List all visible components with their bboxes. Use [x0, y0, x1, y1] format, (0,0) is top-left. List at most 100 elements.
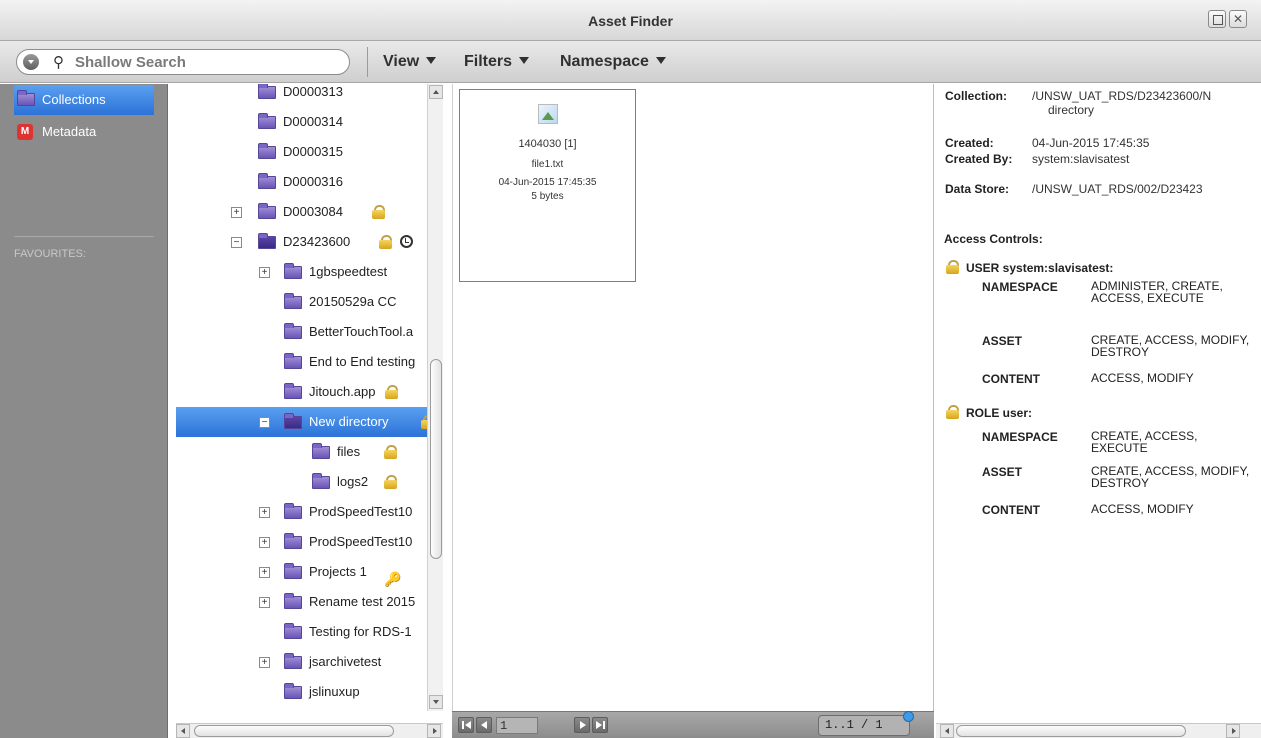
sidebar-item-metadata[interactable]: M Metadata — [14, 117, 154, 147]
scroll-thumb[interactable] — [956, 725, 1186, 737]
tree-row[interactable]: D0000313 — [176, 84, 427, 107]
tree-row[interactable]: D0000314 — [176, 107, 427, 137]
tree-row-label: D0000313 — [283, 84, 343, 99]
tree-row[interactable]: − D23423600 — [176, 227, 427, 257]
expand-toggle[interactable]: + — [259, 657, 270, 668]
restore-icon — [1209, 11, 1225, 27]
tree-row[interactable]: + Projects 1 🔑 — [176, 557, 427, 587]
scroll-thumb[interactable] — [194, 725, 394, 737]
tree-row[interactable]: BetterTouchTool.a — [176, 317, 427, 347]
title-bar: Asset Finder ✕ — [0, 0, 1261, 41]
tree-row-label: End to End testing — [309, 354, 416, 369]
chevron-down-icon — [655, 57, 666, 64]
expand-toggle[interactable]: + — [259, 597, 270, 608]
tree-row-selected[interactable]: − New directory — [176, 407, 427, 437]
tree-row[interactable]: D0000315 — [176, 137, 427, 167]
tree-row[interactable]: + ProdSpeedTest10 — [176, 497, 427, 527]
tree-row[interactable]: + ProdSpeedTest10 — [176, 527, 427, 557]
collapse-toggle[interactable]: − — [259, 417, 270, 428]
expand-toggle[interactable]: + — [259, 267, 270, 278]
asset-tile[interactable]: 1404030 [1] file1.txt 04-Jun-2015 17:45:… — [459, 89, 636, 282]
acl-role-title-text: ROLE user: — [966, 406, 1033, 420]
perm-value: CREATE, ACCESS, EXECUTE — [1091, 429, 1198, 455]
filters-menu[interactable]: Filters — [464, 53, 530, 71]
acl-user-title-text: USER system:slavisatest: — [966, 261, 1114, 275]
next-page-button[interactable] — [574, 717, 590, 733]
tree-row-label: D0000316 — [283, 174, 343, 189]
restore-button[interactable] — [1208, 10, 1226, 28]
scroll-right-button[interactable] — [427, 724, 441, 738]
tree-row[interactable]: + D0003084 — [176, 197, 427, 227]
open-folder-icon — [284, 413, 302, 429]
created-label: Created: — [945, 136, 994, 150]
tree-row[interactable]: logs2 — [176, 707, 427, 711]
scroll-left-button[interactable] — [176, 724, 190, 738]
collapse-toggle[interactable]: − — [231, 237, 242, 248]
details-horizontal-scrollbar[interactable] — [936, 723, 1261, 738]
last-page-button[interactable] — [592, 717, 608, 733]
asset-size: 5 bytes — [531, 191, 564, 202]
pagination-bar: 1..1 / 1 — [452, 711, 934, 738]
window-title: Asset Finder — [588, 13, 673, 29]
tree-row[interactable]: + Rename test 2015 — [176, 587, 427, 617]
tree-row[interactable]: D0000316 — [176, 167, 427, 197]
tree-row-label: D0000315 — [283, 144, 343, 159]
view-menu[interactable]: View — [383, 53, 437, 71]
perm-key: CONTENT — [982, 503, 1040, 517]
scroll-right-button[interactable] — [1226, 724, 1240, 738]
acl-user-title: USER system:slavisatest: — [946, 260, 1114, 275]
scroll-left-button[interactable] — [940, 724, 954, 738]
search-input[interactable] — [75, 53, 345, 71]
folder-icon — [284, 293, 302, 309]
folder-icon — [284, 353, 302, 369]
tree-row-label: 20150529a CC — [309, 294, 397, 309]
previous-page-button[interactable] — [476, 717, 492, 733]
collection-tree: D0000313 D0000314 D0000315 D0000316 + D00… — [176, 84, 427, 711]
perm-value: ADMINISTER, CREATE, ACCESS, EXECUTE — [1091, 279, 1223, 305]
open-folder-icon — [258, 233, 276, 249]
tree-row-label: Rename test 2015 — [309, 594, 416, 609]
lock-icon — [384, 475, 397, 489]
next-page-icon — [580, 721, 586, 729]
filters-menu-label: Filters — [464, 53, 513, 70]
acl-role-title: ROLE user: — [946, 405, 1033, 420]
tree-row[interactable]: 20150529a CC — [176, 287, 427, 317]
created-value: 04-Jun-2015 17:45:35 — [1032, 136, 1150, 150]
toolbar-divider — [367, 47, 368, 77]
search-box: ⚲ — [16, 49, 350, 75]
tree-row-label: BetterTouchTool.a — [309, 324, 414, 339]
tree-row[interactable]: Testing for RDS-1 — [176, 617, 427, 647]
tree-row[interactable]: End to End testing — [176, 347, 427, 377]
sidebar-item-collections[interactable]: Collections — [14, 85, 154, 115]
scroll-up-button[interactable] — [429, 85, 443, 99]
expand-toggle[interactable]: + — [259, 507, 270, 518]
lock-icon — [372, 205, 385, 219]
scroll-thumb[interactable] — [430, 359, 442, 559]
folder-icon — [284, 383, 302, 399]
page-number-input[interactable] — [496, 717, 538, 734]
tree-horizontal-scrollbar[interactable] — [176, 723, 443, 738]
expand-toggle[interactable]: + — [259, 567, 270, 578]
tree-row[interactable]: + jsarchivetest — [176, 647, 427, 677]
expand-toggle[interactable]: + — [231, 207, 242, 218]
tree-row[interactable]: files — [176, 437, 427, 467]
tree-row[interactable]: logs2 — [176, 467, 427, 497]
folder-icon — [258, 84, 276, 99]
namespace-menu[interactable]: Namespace — [560, 53, 666, 71]
tree-row-label: D23423600 — [283, 234, 351, 249]
first-page-button[interactable] — [458, 717, 474, 733]
folder-icon — [312, 473, 330, 489]
created-by-label: Created By: — [945, 152, 1013, 166]
search-options-dropdown[interactable] — [23, 54, 39, 70]
tree-row[interactable]: Jitouch.app — [176, 377, 427, 407]
close-button[interactable]: ✕ — [1229, 10, 1247, 28]
collection-label: Collection: — [945, 89, 1007, 103]
scroll-down-button[interactable] — [429, 695, 443, 709]
tree-row[interactable]: +1gbspeedtest — [176, 257, 427, 287]
tree-row[interactable]: jslinuxup — [176, 677, 427, 707]
folder-icon — [284, 323, 302, 339]
folder-icon — [258, 173, 276, 189]
tree-vertical-scrollbar[interactable] — [427, 84, 443, 711]
expand-toggle[interactable]: + — [259, 537, 270, 548]
collection-value-cont: directory — [1048, 103, 1095, 117]
